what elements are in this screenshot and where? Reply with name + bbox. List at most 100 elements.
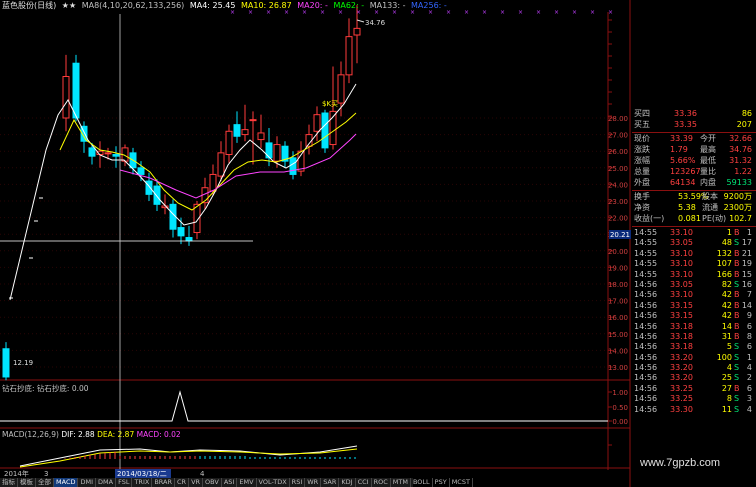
timeline-label: 4 (200, 470, 205, 478)
tick-side: B (734, 321, 740, 331)
tick-time: 14:55 (634, 238, 658, 248)
tick-side: S (734, 238, 740, 248)
tick-time: 14:56 (634, 363, 658, 373)
candle-body (177, 227, 185, 237)
tick-count: 4 (746, 404, 752, 414)
tick-side: S (734, 342, 740, 352)
tick-count: 19 (741, 259, 752, 269)
rating-stars: ★★ (61, 1, 77, 10)
tick-price: 33.20 (670, 363, 693, 373)
tab-boll[interactable]: BOLL (411, 478, 433, 487)
tick-price: 33.10 (670, 259, 693, 269)
tab-cci[interactable]: CCI (356, 478, 372, 487)
tick-time: 14:56 (634, 321, 658, 331)
quote-value: 5.66% (670, 156, 696, 165)
quote-label: 量比 (700, 167, 716, 176)
indicator1-axis-label: 1.00 (612, 389, 628, 397)
tab-cr[interactable]: CR (175, 478, 190, 487)
tab-vol-tdx[interactable]: VOL-TDX (257, 478, 290, 487)
price-axis-label: 22.00 (608, 215, 628, 223)
tick-price: 33.25 (670, 394, 693, 404)
candle-body (345, 36, 353, 76)
tick-count: 17 (741, 238, 752, 248)
tick-time: 14:55 (634, 259, 658, 269)
candle-body (289, 157, 297, 175)
macd-dif-line (19, 445, 358, 467)
high-pointer (356, 19, 365, 23)
timeline-selected-date: 2014/03/18/二 (117, 470, 167, 478)
tab-mtm[interactable]: MTM (391, 478, 411, 487)
quote-label: 外盘 (634, 178, 650, 187)
order-book-row: 买四 33.36 86 (632, 109, 756, 120)
tab-macd[interactable]: MACD (54, 478, 79, 487)
tick-volume: 132 (716, 248, 732, 258)
legend-dot: × (554, 9, 559, 16)
tab-obv[interactable]: OBV (203, 478, 222, 487)
tab-roc[interactable]: ROC (372, 478, 391, 487)
timeline-label: 3 (44, 470, 48, 478)
tick-volume: 8 (726, 394, 732, 404)
tab-brar[interactable]: BRAR (152, 478, 175, 487)
stat-label: 股本 (702, 192, 718, 201)
tab-指标[interactable]: 指标 (0, 478, 18, 487)
tick-volume: 25 (721, 373, 732, 383)
candle-body (104, 152, 112, 155)
quote-label: 涨幅 (634, 156, 650, 165)
price-axis-label: 16.00 (608, 314, 628, 322)
macd-dea: DEA: 2.87 (97, 430, 135, 439)
tab-wr[interactable]: WR (305, 478, 322, 487)
order-book-volume: 207 (736, 120, 752, 129)
tick-count: 6 (746, 342, 752, 352)
stat-label: 换手 (634, 192, 650, 201)
tick-side: B (734, 228, 740, 237)
tab-dmi[interactable]: DMI (78, 478, 97, 487)
tick-side: B (734, 248, 740, 258)
tick-price: 33.10 (670, 228, 693, 237)
tab-trix[interactable]: TRIX (132, 478, 153, 487)
tab-asi[interactable]: ASI (222, 478, 238, 487)
tick-row: 14:56 33.20 100 S 1 (632, 353, 756, 363)
tab-psy[interactable]: PSY (433, 478, 450, 487)
tick-side: S (734, 363, 740, 373)
candle-body (273, 144, 281, 162)
tick-time: 14:55 (634, 248, 658, 258)
tab-模板[interactable]: 模板 (18, 478, 36, 487)
order-book-price: 33.35 (674, 120, 697, 129)
tab-kdj[interactable]: KDJ (339, 478, 356, 487)
stat-label: 流通 (702, 203, 718, 212)
tab-sar[interactable]: SAR (321, 478, 340, 487)
quote-label: 最高 (700, 145, 716, 154)
tick-side: S (734, 352, 740, 362)
candle-body (112, 154, 120, 157)
tab-全部[interactable]: 全部 (36, 478, 54, 487)
tab-fsl[interactable]: FSL (116, 478, 133, 487)
tick-row: 14:56 33.10 42 B 7 (632, 290, 756, 300)
quote-value: 59133 (726, 178, 752, 187)
candle-body (233, 124, 241, 137)
tick-count: 16 (741, 279, 752, 289)
tick-price: 33.10 (670, 269, 693, 279)
tick-count: 6 (746, 383, 752, 393)
tab-vr[interactable]: VR (189, 478, 204, 487)
indicator1-line (0, 390, 608, 422)
candle-body (249, 119, 257, 122)
ma4-value: MA4: 25.45 (189, 1, 236, 10)
tick-volume: 107 (716, 259, 732, 269)
tab-emv[interactable]: EMV (237, 478, 257, 487)
candle-body (321, 112, 329, 149)
candle-body (2, 348, 10, 378)
legend-dot: × (608, 9, 613, 16)
tab-mcst[interactable]: MCST (450, 478, 473, 487)
tick-volume: 42 (721, 300, 732, 310)
indicator1-axis-label: 0.50 (612, 404, 628, 412)
tab-rsi[interactable]: RSI (290, 478, 306, 487)
tick-price: 33.30 (670, 404, 693, 414)
tick-volume: 31 (721, 331, 732, 341)
tab-dma[interactable]: DMA (96, 478, 117, 487)
price-axis-label: 18.00 (608, 281, 628, 289)
tick-price: 33.15 (670, 300, 693, 310)
quote-row: 涨跌 1.79 最高 34.76 (632, 145, 756, 156)
stat-value: 9200万 (723, 192, 752, 201)
tick-row: 14:56 33.20 4 S 4 (632, 363, 756, 373)
tick-time: 14:56 (634, 394, 658, 404)
